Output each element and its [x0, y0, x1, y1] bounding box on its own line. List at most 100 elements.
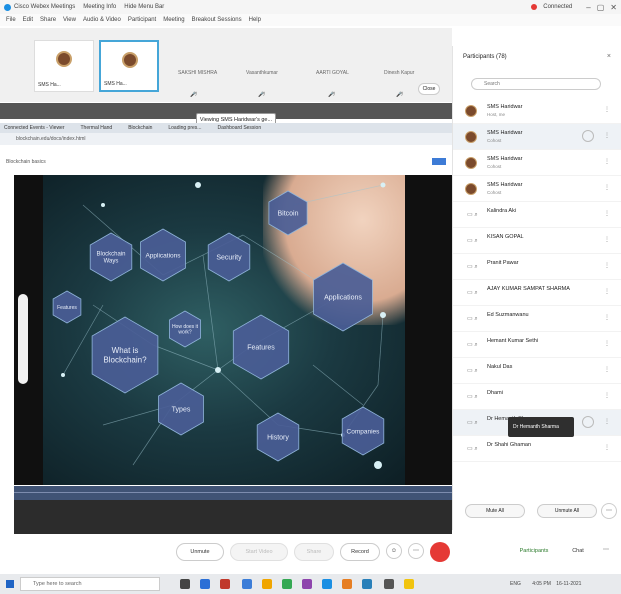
mute-all-button[interactable]: Mute All: [465, 504, 525, 518]
windows-start-icon[interactable]: [6, 580, 14, 588]
more-options-icon[interactable]: ⋯: [408, 543, 424, 559]
webex-taskbar-icon[interactable]: [322, 579, 332, 589]
start-video-button[interactable]: Start Video: [230, 543, 288, 561]
close-icon[interactable]: ✕: [610, 3, 617, 12]
connected-indicator-icon: [531, 4, 538, 10]
tray-date[interactable]: 16-11-2021: [556, 581, 581, 587]
participant-mic-button[interactable]: [582, 130, 594, 142]
participant-mic-button[interactable]: [582, 416, 594, 428]
taskbar-search-input[interactable]: Type here to search: [20, 577, 160, 591]
mic-muted-icon: 🎤̸: [396, 92, 403, 98]
participant-more-icon[interactable]: ⋮: [604, 366, 610, 373]
close-strip-button[interactable]: Close: [418, 83, 440, 95]
participant-more-icon[interactable]: ⋮: [604, 158, 610, 165]
annotation-toolbar[interactable]: [18, 294, 28, 384]
browser-tab[interactable]: Loading pres...: [168, 125, 201, 131]
participant-more-icon[interactable]: ⋮: [604, 132, 610, 139]
participant-more-icon[interactable]: ⋮: [604, 418, 610, 425]
participant-row[interactable]: ▭ ⌕ KISAN GOPAL ⋮: [453, 228, 621, 254]
menu-share[interactable]: Share: [40, 17, 56, 23]
panel-more-icon[interactable]: ⋯: [601, 503, 617, 519]
participant-more-icon[interactable]: ⋮: [604, 106, 610, 113]
participant-row[interactable]: SMS Haridwar Cohost ⋮: [453, 176, 621, 202]
participant-row[interactable]: SMS Haridwar Cohost ⋮: [453, 124, 621, 150]
browser-tab[interactable]: Dashboard Session: [217, 125, 261, 131]
edge-icon[interactable]: [200, 579, 210, 589]
task-view-icon[interactable]: [180, 579, 190, 589]
share-button[interactable]: Share: [294, 543, 334, 561]
browser-tab[interactable]: Blockchain: [128, 125, 152, 131]
hexagon-node: Bitcoin: [268, 190, 308, 236]
device-mic-icon: ▭ ⌕: [467, 394, 478, 400]
video-thumbnail-active[interactable]: SMS Ha...: [99, 40, 159, 92]
record-button[interactable]: Record: [340, 543, 380, 561]
participant-name: Pranit Pawar: [487, 260, 519, 266]
participant-more-icon[interactable]: ⋮: [604, 314, 610, 321]
chrome-icon[interactable]: [282, 579, 292, 589]
participant-name: Ed Suzmanwanu: [487, 312, 529, 318]
browser-url[interactable]: blockchain.edu/docs/index.html: [0, 133, 452, 145]
participant-more-icon[interactable]: ⋮: [604, 340, 610, 347]
participant-more-icon[interactable]: ⋮: [604, 288, 610, 295]
teams-icon[interactable]: [302, 579, 312, 589]
panel-close-icon[interactable]: ×: [607, 53, 611, 60]
reactions-icon[interactable]: ☺: [386, 543, 402, 559]
title-meeting-info[interactable]: Meeting Info: [83, 4, 116, 10]
more-panels-icon[interactable]: ⋯: [598, 543, 614, 559]
maximize-icon[interactable]: ▢: [597, 3, 605, 12]
end-meeting-button[interactable]: [430, 542, 450, 562]
hexagon-node: Types: [158, 382, 204, 436]
title-app-name[interactable]: Cisco Webex Meetings: [14, 4, 75, 10]
office-icon[interactable]: [220, 579, 230, 589]
file-explorer-icon[interactable]: [262, 579, 272, 589]
menu-help[interactable]: Help: [249, 17, 261, 23]
participant-row[interactable]: ▭ ⌕ Dhami ⋮: [453, 384, 621, 410]
menu-file[interactable]: File: [6, 17, 16, 23]
paint-icon[interactable]: [342, 579, 352, 589]
video-progress-bar[interactable]: [14, 486, 452, 500]
participant-row[interactable]: ▭ ⌕ Kalindra Aki ⋮: [453, 202, 621, 228]
tray-language[interactable]: ENG: [510, 581, 521, 587]
participants-button[interactable]: Participants: [510, 543, 558, 561]
chat-button[interactable]: Chat: [562, 543, 594, 561]
title-hide-menu[interactable]: Hide Menu Bar: [124, 4, 164, 10]
participant-name: Dr Shahi Ghaman: [487, 442, 532, 448]
page-badge[interactable]: [432, 158, 446, 165]
settings-icon[interactable]: [384, 579, 394, 589]
word-icon[interactable]: [362, 579, 372, 589]
participant-more-icon[interactable]: ⋮: [604, 444, 610, 451]
menu-edit[interactable]: Edit: [23, 17, 33, 23]
participant-more-icon[interactable]: ⋮: [604, 392, 610, 399]
mail-icon[interactable]: [242, 579, 252, 589]
minimize-icon[interactable]: –: [586, 3, 590, 12]
unmute-button[interactable]: Unmute: [176, 543, 224, 561]
hexagon-layer: Bitcoin Security Applications Applications B…: [52, 190, 385, 462]
connected-label[interactable]: Connected: [543, 4, 572, 10]
participant-search-input[interactable]: Search: [471, 78, 601, 90]
device-mic-icon: ▭ ⌕: [467, 212, 478, 218]
participant-row[interactable]: ▭ ⌕ Nakul Das ⋮: [453, 358, 621, 384]
participant-row[interactable]: ▭ ⌕ Pranit Pawar ⋮: [453, 254, 621, 280]
strip-name: SAKSHI MISHRA: [178, 70, 218, 76]
participant-row[interactable]: ▭ ⌕ Ed Suzmanwanu ⋮: [453, 306, 621, 332]
menu-participant[interactable]: Participant: [128, 17, 156, 23]
menu-breakout[interactable]: Breakout Sessions: [192, 17, 242, 23]
tray-time[interactable]: 4:05 PM: [532, 581, 551, 587]
participant-row[interactable]: ▭ ⌕ Dr Shahi Ghaman ⋮: [453, 436, 621, 462]
menu-audio-video[interactable]: Audio & Video: [83, 17, 121, 23]
participant-more-icon[interactable]: ⋮: [604, 210, 610, 217]
participant-row[interactable]: ▭ ⌕ Hemant Kumar Sethi ⋮: [453, 332, 621, 358]
participant-more-icon[interactable]: ⋮: [604, 236, 610, 243]
sticky-notes-icon[interactable]: [404, 579, 414, 589]
participant-more-icon[interactable]: ⋮: [604, 184, 610, 191]
participant-row[interactable]: ▭ ⌕ AJAY KUMAR SAMPAT SHARMA ⋮: [453, 280, 621, 306]
participant-row[interactable]: SMS Haridwar Host, me ⋮: [453, 98, 621, 124]
unmute-all-button[interactable]: Unmute All: [537, 504, 597, 518]
browser-tab[interactable]: Thermal Hand: [81, 125, 113, 131]
participant-more-icon[interactable]: ⋮: [604, 262, 610, 269]
menu-meeting[interactable]: Meeting: [163, 17, 184, 23]
menu-view[interactable]: View: [63, 17, 76, 23]
participant-row[interactable]: SMS Haridwar Cohost ⋮: [453, 150, 621, 176]
video-thumbnail[interactable]: SMS Ha...: [34, 40, 94, 92]
browser-tab[interactable]: Connected Events - Viewer: [4, 125, 65, 131]
